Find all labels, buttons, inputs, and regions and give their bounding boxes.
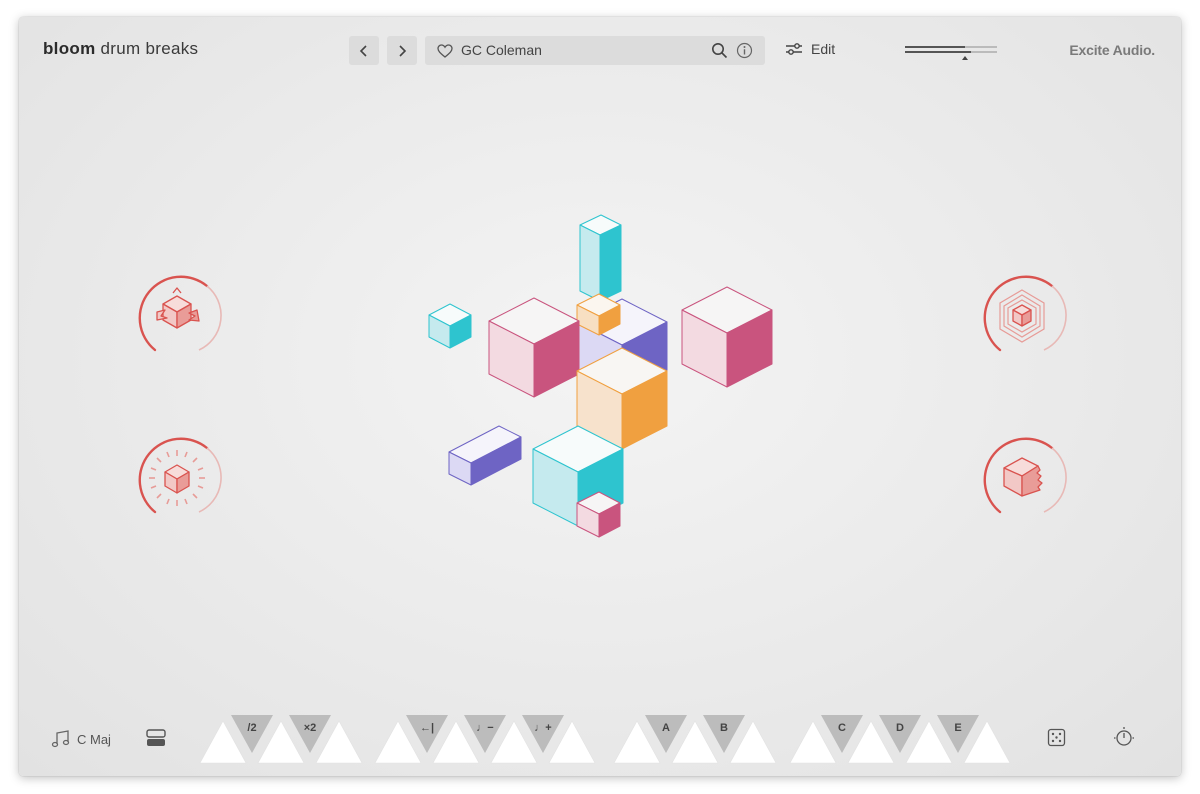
- cube-cyan-small[interactable]: [428, 303, 472, 349]
- cube-cyan-tall[interactable]: [579, 214, 622, 302]
- edit-button[interactable]: Edit: [785, 41, 835, 57]
- knob-top-right[interactable]: [972, 266, 1072, 366]
- next-preset-button[interactable]: [387, 36, 417, 65]
- pad-label: ×2: [304, 722, 317, 734]
- chevron-right-icon: [399, 44, 407, 57]
- pad-label: D: [896, 722, 904, 734]
- preset-browser[interactable]: GC Coleman: [425, 36, 765, 65]
- cube-visualizer[interactable]: [389, 197, 809, 577]
- pad-label: C: [838, 722, 846, 734]
- preset-name: GC Coleman: [461, 42, 542, 58]
- knob-bottom-right[interactable]: [972, 428, 1072, 528]
- trigger-pads[interactable]: /2 ×2 ←| ♩− ♩+ A B C D E: [19, 707, 1181, 767]
- pad-label: ←|: [420, 722, 434, 734]
- sliders-icon: [786, 43, 802, 55]
- brand-bold: bloom: [43, 39, 96, 58]
- pad-label: ♩−: [476, 722, 493, 734]
- dice-icon[interactable]: [1047, 728, 1066, 747]
- search-icon[interactable]: [711, 42, 728, 59]
- glitch-cube-icon: [156, 287, 200, 329]
- heart-icon[interactable]: [437, 44, 453, 58]
- burst-cube-icon: [149, 450, 205, 506]
- pad-label: A: [662, 722, 670, 734]
- cube-purple-bar[interactable]: [448, 425, 522, 486]
- pad-label: B: [720, 722, 728, 734]
- plugin-window: bloom drum breaks GC Coleman Edit Excite…: [19, 17, 1181, 776]
- chevron-left-icon: [359, 44, 367, 57]
- pad-label: E: [954, 722, 961, 734]
- maker-logo: Excite Audio.: [1069, 42, 1155, 58]
- timer-icon[interactable]: [1112, 725, 1136, 749]
- previous-preset-button[interactable]: [349, 36, 379, 65]
- output-level-meter[interactable]: [905, 43, 999, 63]
- product-logo: bloom drum breaks: [43, 39, 198, 59]
- knob-bottom-left[interactable]: [127, 428, 227, 528]
- brand-rest: drum breaks: [100, 39, 199, 58]
- cube-pink-right[interactable]: [681, 286, 773, 388]
- knob-top-left[interactable]: [127, 266, 227, 366]
- info-icon[interactable]: [736, 42, 753, 59]
- cube-pink-left[interactable]: [488, 297, 580, 398]
- edit-label: Edit: [811, 41, 836, 57]
- distort-cube-icon: [1003, 457, 1043, 497]
- hexagon-cube-icon: [999, 289, 1045, 343]
- pad-label: /2: [247, 722, 256, 734]
- pad-label: ♩+: [534, 722, 551, 734]
